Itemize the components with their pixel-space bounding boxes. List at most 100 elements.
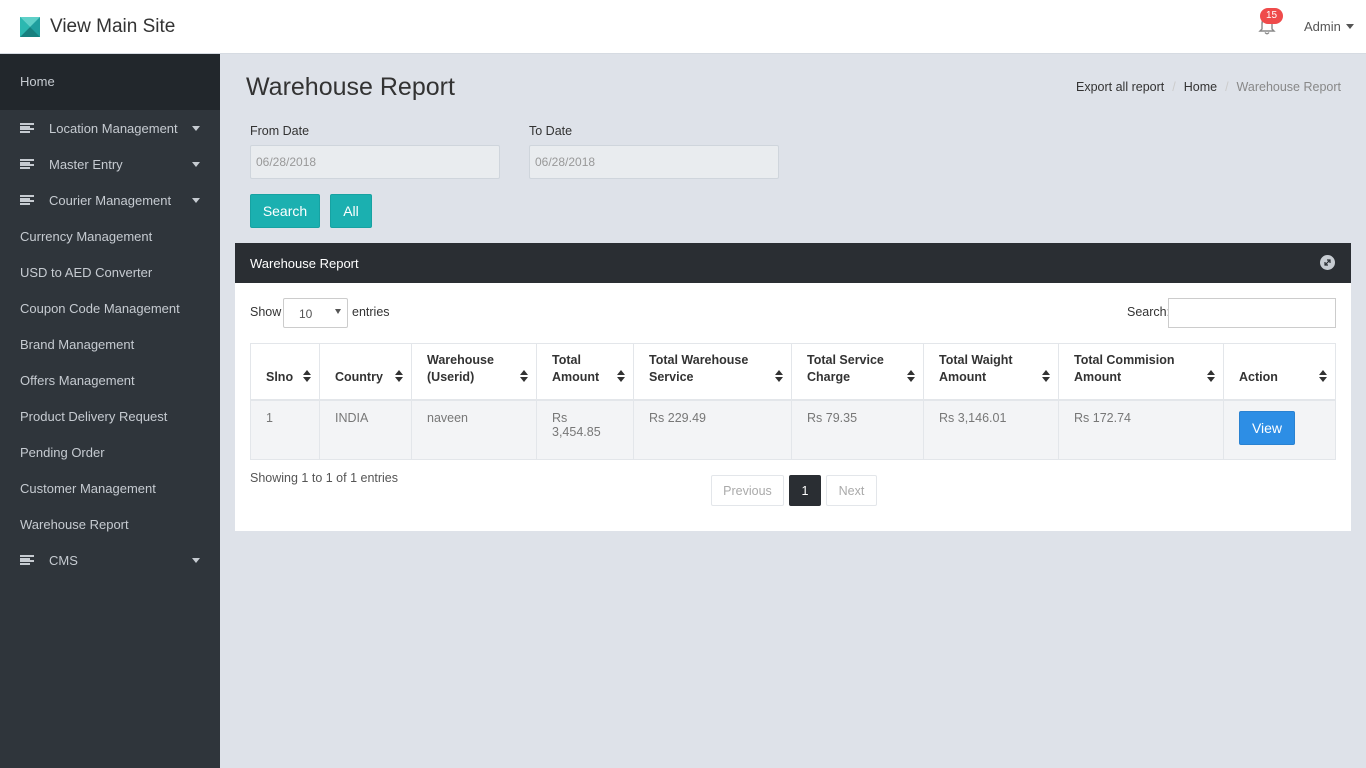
table-header-row: Slno Country Warehouse (Userid) Total Am… [250,343,1336,401]
sidebar-item-product-delivery-request[interactable]: Product Delivery Request [0,398,220,434]
sidebar-item-offers-management[interactable]: Offers Management [0,362,220,398]
column-header-action[interactable]: Action [1223,343,1336,401]
chevron-down-icon [192,162,200,167]
pagination-page-1[interactable]: 1 [789,475,821,506]
column-header-warehouse[interactable]: Warehouse (Userid) [411,343,537,401]
sort-icon [775,369,783,382]
fullscreen-icon[interactable] [1320,255,1335,270]
sidebar-item-home[interactable]: Home [0,54,220,110]
sidebar-item-label: Pending Order [20,444,105,460]
from-date-input[interactable] [250,145,500,179]
table-search-input[interactable] [1168,298,1336,328]
from-date-label: From Date [250,124,310,138]
top-navbar: View Main Site 15 Admin [0,0,1366,54]
logo-icon [20,17,40,37]
sidebar-item-usd-to-aed-converter[interactable]: USD to AED Converter [0,254,220,290]
sidebar-item-label: Customer Management [20,480,156,496]
column-header-slno[interactable]: Slno [250,343,320,401]
user-label: Admin [1304,19,1341,34]
sidebar-item-location-management[interactable]: Location Management [0,110,220,146]
notification-badge: 15 [1260,8,1284,24]
sidebar-item-cms[interactable]: CMS [0,542,220,578]
sidebar-item-coupon-code-management[interactable]: Coupon Code Management [0,290,220,326]
align-left-icon [20,123,34,133]
breadcrumb-separator: / [1172,80,1176,94]
sidebar-item-currency-management[interactable]: Currency Management [0,218,220,254]
sidebar-item-label: Warehouse Report [20,516,129,532]
view-button[interactable]: View [1239,410,1295,445]
sort-icon [1207,369,1215,382]
sort-icon [395,369,403,382]
cell-service-charge: Rs 79.35 [791,399,924,460]
panel-header: Warehouse Report [235,243,1351,283]
sidebar-item-label: Brand Management [20,336,135,352]
user-menu[interactable]: Admin [1304,19,1354,34]
pagination-previous[interactable]: Previous [711,475,784,506]
search-button[interactable]: Search [250,194,320,228]
column-label: Action [1239,369,1278,384]
cell-slno: 1 [250,399,320,460]
breadcrumb: Export all report / Home / Warehouse Rep… [1076,80,1341,94]
align-left-icon [20,195,34,205]
sidebar-item-label: Product Delivery Request [20,408,168,424]
entries-label: entries [352,305,390,319]
column-header-weight-amount[interactable]: Total Waight Amount [923,343,1059,401]
breadcrumb-current: Warehouse Report [1236,80,1341,94]
sidebar-item-label: CMS [49,552,78,568]
cell-warehouse-service: Rs 229.49 [633,399,792,460]
all-button[interactable]: All [330,194,372,228]
column-label: Warehouse (Userid) [427,352,494,384]
sidebar-item-label: Currency Management [20,228,153,244]
to-date-label: To Date [529,124,573,138]
column-header-country[interactable]: Country [319,343,412,401]
sort-icon [303,369,311,382]
to-date-input[interactable] [529,145,779,179]
sidebar-item-warehouse-report[interactable]: Warehouse Report [0,506,220,542]
sort-icon [617,369,625,382]
column-label: Slno [266,369,294,384]
chevron-down-icon [192,198,200,203]
site-title[interactable]: View Main Site [50,16,175,38]
column-label: Total Waight Amount [939,352,1013,384]
column-header-total-amount[interactable]: Total Amount [536,343,634,401]
sidebar-item-customer-management[interactable]: Customer Management [0,470,220,506]
breadcrumb-home-link[interactable]: Home [1184,80,1217,94]
sort-icon [520,369,528,382]
chevron-down-icon [192,558,200,563]
sort-icon [907,369,915,382]
brand-link[interactable]: View Main Site [20,16,175,38]
sidebar-item-pending-order[interactable]: Pending Order [0,434,220,470]
page-title: Warehouse Report [246,73,455,101]
sidebar-item-master-entry[interactable]: Master Entry [0,146,220,182]
show-label: Show [250,305,282,319]
column-header-warehouse-service[interactable]: Total Warehouse Service [633,343,792,401]
table-row: 1 INDIA naveen Rs 3,454.85 Rs 229.49 Rs … [250,399,1336,460]
chevron-down-icon [1345,24,1354,29]
column-label: Total Commision Amount [1074,352,1175,384]
align-left-icon [20,555,34,565]
sidebar-item-label: Master Entry [49,156,123,172]
cell-commission-amount: Rs 172.74 [1058,399,1224,460]
cell-weight-amount: Rs 3,146.01 [923,399,1059,460]
column-label: Country [335,369,383,384]
sidebar-item-brand-management[interactable]: Brand Management [0,326,220,362]
sidebar-item-label: Coupon Code Management [20,300,180,316]
panel-title: Warehouse Report [250,256,359,271]
column-label: Total Amount [552,352,600,384]
table-info: Showing 1 to 1 of 1 entries [250,471,399,485]
expand-arrows-icon [1324,259,1331,266]
chevron-down-icon [192,126,200,131]
column-header-commission-amount[interactable]: Total Commision Amount [1058,343,1224,401]
column-header-service-charge[interactable]: Total Service Charge [791,343,924,401]
cell-warehouse: naveen [411,399,537,460]
sidebar-item-label: Courier Management [49,192,172,208]
sidebar-item-label: Offers Management [20,372,135,388]
sidebar-item-courier-management[interactable]: Courier Management [0,182,220,218]
select-arrow-icon [335,309,341,314]
pagination-next[interactable]: Next [826,475,877,506]
report-table: Slno Country Warehouse (Userid) Total Am… [250,343,1336,460]
search-label: Search: [1127,305,1171,319]
export-all-report-link[interactable]: Export all report [1076,80,1164,94]
breadcrumb-separator: / [1225,80,1229,94]
cell-action: View [1223,399,1336,460]
